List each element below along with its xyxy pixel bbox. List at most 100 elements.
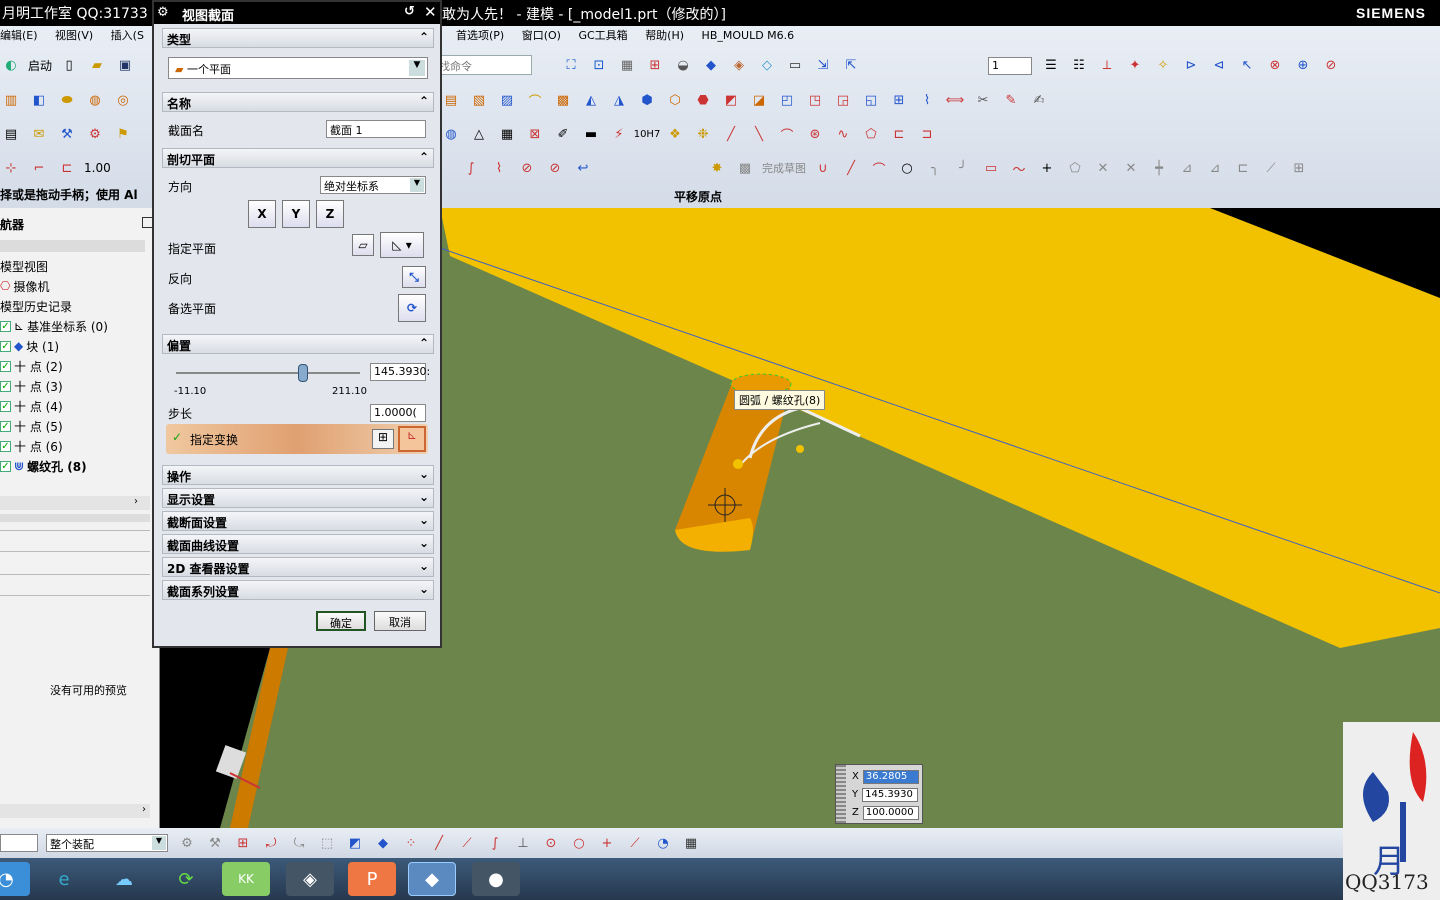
- visibility-checkbox[interactable]: ✓: [0, 460, 11, 472]
- move-object-icon[interactable]: ✉: [28, 123, 50, 145]
- offset-face-icon[interactable]: ◲: [832, 89, 854, 111]
- chamfer-icon[interactable]: ◪: [748, 89, 770, 111]
- grid-snap-icon[interactable]: ▦: [680, 832, 702, 854]
- intent-icon[interactable]: ⤾: [260, 832, 282, 854]
- draft-icon[interactable]: ◳: [804, 89, 826, 111]
- orient-icon[interactable]: ◇: [756, 54, 778, 76]
- background-icon[interactable]: ▭: [784, 54, 806, 76]
- wcs-icon[interactable]: ⇲: [812, 54, 834, 76]
- make-corner-icon[interactable]: ┿: [1148, 157, 1170, 179]
- snap-icon[interactable]: ⊲: [1208, 54, 1230, 76]
- spline-icon[interactable]: ∿: [832, 123, 854, 145]
- text-icon[interactable]: ▬: [580, 123, 602, 145]
- drag-handle[interactable]: [836, 765, 846, 823]
- chevron-down-icon[interactable]: ▼: [152, 836, 166, 850]
- profile-icon[interactable]: ∪: [812, 157, 834, 179]
- type-filter-select[interactable]: [0, 834, 38, 852]
- thicken-icon[interactable]: ✍: [1028, 89, 1050, 111]
- close-icon[interactable]: ✕: [424, 3, 437, 21]
- sphere-icon[interactable]: ◍: [84, 89, 106, 111]
- entity-select-icon[interactable]: ⚒: [204, 832, 226, 854]
- plane-z-button[interactable]: Z: [316, 200, 344, 228]
- sketch-arc-icon[interactable]: ⌒: [868, 157, 890, 179]
- select-all-icon[interactable]: ⊞: [232, 832, 254, 854]
- tree-item-point-6[interactable]: ✓ 十 点 (6): [0, 436, 63, 456]
- section-2d-viewer[interactable]: 2D 查看器设置 ⌄: [162, 557, 434, 577]
- tree-item-history[interactable]: 模型历史记录: [0, 296, 72, 316]
- specify-transform-row[interactable]: ✓ 指定变换 ⊞ ⊾: [166, 424, 428, 454]
- table-edit-icon[interactable]: ▤: [0, 123, 22, 145]
- coord-y-row[interactable]: Y 145.3930: [852, 787, 920, 802]
- scope-filter-select[interactable]: 整个装配 ▼: [46, 834, 168, 852]
- section-display[interactable]: 显示设置 ⌄: [162, 488, 434, 508]
- line-icon[interactable]: ╱: [720, 123, 742, 145]
- cursor-icon[interactable]: ↖: [1236, 54, 1258, 76]
- plane-dialog-icon[interactable]: ▱: [352, 234, 374, 256]
- blend-icon[interactable]: ◩: [720, 89, 742, 111]
- hole-icon[interactable]: ◎: [112, 89, 134, 111]
- tree-item-datum-csys[interactable]: ✓ ⊾ 基准坐标系 (0): [0, 316, 108, 336]
- menu-preferences[interactable]: 首选项(P): [456, 29, 504, 42]
- start-button-icon[interactable]: ◔: [0, 862, 30, 896]
- coord-z-input[interactable]: 100.0000: [862, 805, 919, 820]
- section-type[interactable]: 类型 ⌃: [162, 28, 434, 48]
- work-layer-select[interactable]: 1: [988, 57, 1032, 75]
- material-icon[interactable]: ◈: [728, 54, 750, 76]
- assembly-select-icon[interactable]: ⚙: [176, 832, 198, 854]
- mesh-icon[interactable]: ⊞: [888, 89, 910, 111]
- filter-icon[interactable]: ⊗: [1264, 54, 1286, 76]
- move-icon[interactable]: ⇱: [840, 54, 862, 76]
- cube-icon[interactable]: ◆: [700, 54, 722, 76]
- midpoint-icon[interactable]: ⟋: [456, 832, 478, 854]
- csys-transform-icon[interactable]: ⊾: [398, 426, 426, 452]
- cancel-button[interactable]: 取消: [374, 611, 426, 631]
- snap-grid-icon[interactable]: ⊹: [0, 157, 22, 179]
- quick-trim-icon[interactable]: ✕: [1092, 157, 1114, 179]
- tree-item-point-3[interactable]: ✓ 十 点 (3): [0, 376, 63, 396]
- auto-dimension-icon[interactable]: ⊿: [1204, 157, 1226, 179]
- nx-app-icon[interactable]: ◈: [286, 862, 334, 896]
- tool-icon[interactable]: ⚙: [84, 123, 106, 145]
- section-offset[interactable]: 偏置 ⌃: [162, 334, 434, 354]
- offset-curve-icon[interactable]: ⬠: [1064, 157, 1086, 179]
- tolerance-icon[interactable]: 10H7: [634, 123, 661, 145]
- tree-item-point-2[interactable]: ✓ 十 点 (2): [0, 356, 63, 376]
- polygon-icon[interactable]: ⬠: [860, 123, 882, 145]
- tree-item-model-views[interactable]: 模型视图: [0, 256, 48, 276]
- tree-item-point-4[interactable]: ✓ 十 点 (4): [0, 396, 63, 416]
- studio-spline-icon[interactable]: ∫: [460, 157, 482, 179]
- fit-icon[interactable]: ⛶: [560, 54, 582, 76]
- coord-z-row[interactable]: Z 100.0000: [852, 805, 920, 820]
- undo-icon[interactable]: ↩: [572, 157, 594, 179]
- menu-edit[interactable]: 编辑(E): [0, 29, 38, 42]
- note-icon[interactable]: ✐: [552, 123, 574, 145]
- section-operation[interactable]: 操作 ⌄: [162, 465, 434, 485]
- finish-sketch-label[interactable]: 完成草图: [762, 160, 806, 176]
- menu-help[interactable]: 帮助(H): [645, 29, 684, 42]
- step-input[interactable]: 1.0000(: [370, 404, 426, 422]
- grid-icon[interactable]: ▦: [496, 123, 518, 145]
- plane-list-icon[interactable]: ◺ ▾: [380, 232, 424, 258]
- menu-window[interactable]: 窗口(O): [522, 29, 561, 42]
- reset-icon[interactable]: ↺: [404, 4, 415, 19]
- snap-end-icon[interactable]: ⊘: [1320, 54, 1342, 76]
- pad-icon[interactable]: ▨: [496, 89, 518, 111]
- menu-hb-mould[interactable]: HB_MOULD M6.6: [702, 29, 795, 42]
- tree-item-point-5[interactable]: ✓ 十 点 (5): [0, 416, 63, 436]
- visibility-checkbox[interactable]: ✓: [0, 380, 11, 392]
- sweep-icon[interactable]: ⌇: [916, 89, 938, 111]
- check-icon[interactable]: ✧: [1152, 54, 1174, 76]
- constraint-icon[interactable]: ⌐: [28, 157, 50, 179]
- mirror-curve-icon[interactable]: ⊏: [1232, 157, 1254, 179]
- quadrant-icon[interactable]: ○: [568, 832, 590, 854]
- face-select-icon[interactable]: ◩: [344, 832, 366, 854]
- body-select-icon[interactable]: ◆: [372, 832, 394, 854]
- zoom-icon[interactable]: ⊡: [588, 54, 610, 76]
- tree-item-block[interactable]: ✓ ◆ 块 (1): [0, 336, 59, 356]
- ok-button[interactable]: 确定: [316, 611, 366, 631]
- shell-icon[interactable]: ◰: [776, 89, 798, 111]
- visibility-checkbox[interactable]: ✓: [0, 360, 11, 372]
- ie-browser-icon[interactable]: e: [40, 862, 88, 896]
- kk-app-icon[interactable]: KK: [222, 862, 270, 896]
- extrude-icon[interactable]: ▥: [0, 89, 22, 111]
